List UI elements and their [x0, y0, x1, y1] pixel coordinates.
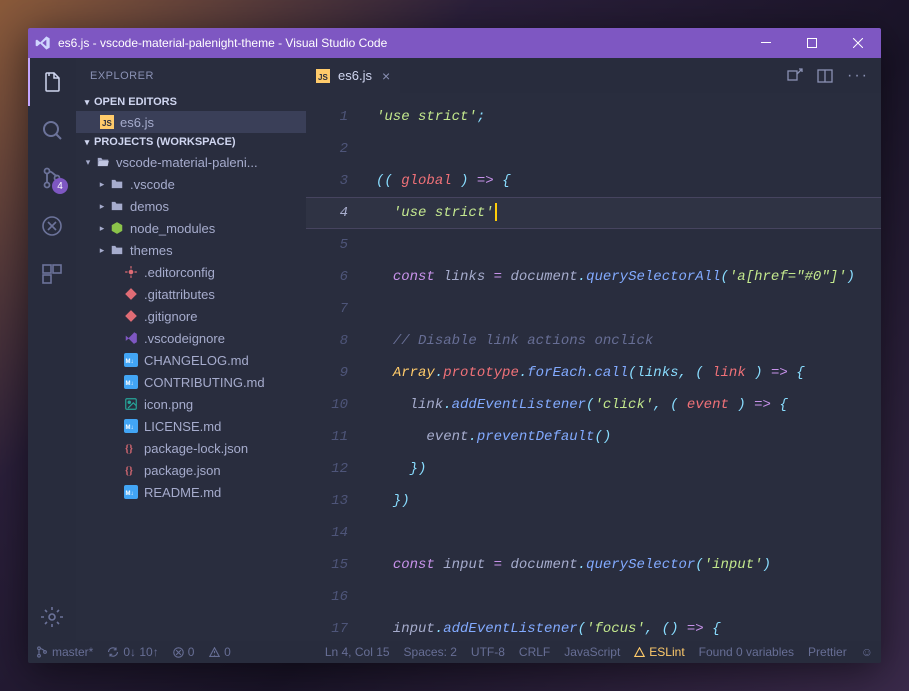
tree-item[interactable]: ▸.vscode: [76, 173, 306, 195]
file-icon: [122, 331, 140, 345]
file-icon: [122, 309, 140, 323]
tree-item[interactable]: ▸demos: [76, 195, 306, 217]
open-editor-item[interactable]: JSes6.js: [76, 111, 306, 133]
window-title: es6.js - vscode-material-palenight-theme…: [58, 36, 743, 50]
scm-badge: 4: [52, 178, 68, 194]
tab-label: es6.js: [338, 68, 372, 83]
tree-item[interactable]: ▸themes: [76, 239, 306, 261]
eslint-status[interactable]: ESLint: [634, 645, 684, 659]
file-icon: [108, 199, 126, 213]
encoding-status[interactable]: UTF-8: [471, 645, 505, 659]
maximize-button[interactable]: [789, 28, 835, 58]
tab-close-icon[interactable]: ×: [382, 68, 390, 84]
tree-item[interactable]: icon.png: [76, 393, 306, 415]
tree-item[interactable]: M↓CHANGELOG.md: [76, 349, 306, 371]
tree-item[interactable]: ▾vscode-material-paleni...: [76, 151, 306, 173]
file-icon: [108, 221, 126, 235]
status-bar: master* 0↓ 10↑ 0 0 Ln 4, Col 15 Spaces: …: [28, 641, 881, 663]
svg-text:M↓: M↓: [126, 491, 134, 497]
found-vars-status[interactable]: Found 0 variables: [699, 645, 794, 659]
git-sync-status[interactable]: 0↓ 10↑: [107, 645, 158, 659]
activity-bar: 4: [28, 58, 76, 641]
file-icon: {}: [122, 463, 140, 477]
extensions-activity-icon[interactable]: [28, 250, 76, 298]
file-icon: [108, 177, 126, 191]
svg-text:JS: JS: [318, 73, 328, 82]
split-editor-icon[interactable]: [817, 68, 833, 84]
cursor-position-status[interactable]: Ln 4, Col 15: [325, 645, 390, 659]
tab-es6[interactable]: JS es6.js ×: [306, 58, 400, 93]
code-editor[interactable]: 1234567891011121314151617 'use strict';(…: [306, 93, 881, 641]
file-icon: M↓: [122, 375, 140, 389]
vscode-logo-icon: [28, 35, 58, 51]
file-icon: M↓: [122, 419, 140, 433]
file-icon: [122, 265, 140, 279]
editor-tabs: JS es6.js × ···: [306, 58, 881, 93]
eol-status[interactable]: CRLF: [519, 645, 550, 659]
file-icon: JS: [98, 115, 116, 129]
feedback-icon[interactable]: ☺: [861, 645, 873, 659]
tree-item[interactable]: .editorconfig: [76, 261, 306, 283]
spaces-status[interactable]: Spaces: 2: [404, 645, 457, 659]
file-icon: [108, 243, 126, 257]
tree-item[interactable]: M↓LICENSE.md: [76, 415, 306, 437]
open-editors-header[interactable]: ▾OPEN EDITORS: [76, 93, 306, 111]
close-button[interactable]: [835, 28, 881, 58]
file-icon: {}: [122, 441, 140, 455]
svg-text:M↓: M↓: [126, 381, 134, 387]
tree-item[interactable]: {}package-lock.json: [76, 437, 306, 459]
file-icon: [94, 155, 112, 169]
search-activity-icon[interactable]: [28, 106, 76, 154]
vscode-window: es6.js - vscode-material-palenight-theme…: [28, 28, 881, 663]
editor-area: JS es6.js × ··· 123456789101112131415161…: [306, 58, 881, 641]
explorer-sidebar: EXPLORER ▾OPEN EDITORS JSes6.js ▾PROJECT…: [76, 58, 306, 641]
tree-item[interactable]: M↓CONTRIBUTING.md: [76, 371, 306, 393]
svg-text:{}: {}: [125, 444, 133, 455]
scm-activity-icon[interactable]: 4: [28, 154, 76, 202]
problems-status[interactable]: 0 0: [173, 645, 231, 659]
tree-item[interactable]: .gitattributes: [76, 283, 306, 305]
tree-item[interactable]: {}package.json: [76, 459, 306, 481]
explorer-title: EXPLORER: [76, 58, 306, 93]
tree-item[interactable]: .gitignore: [76, 305, 306, 327]
git-branch-status[interactable]: master*: [36, 645, 93, 659]
explorer-activity-icon[interactable]: [28, 58, 76, 106]
file-icon: [122, 397, 140, 411]
svg-text:M↓: M↓: [126, 425, 134, 431]
js-file-icon: JS: [316, 69, 332, 83]
workspace-header[interactable]: ▾PROJECTS (WORKSPACE): [76, 133, 306, 151]
svg-text:{}: {}: [125, 466, 133, 477]
titlebar[interactable]: es6.js - vscode-material-palenight-theme…: [28, 28, 881, 58]
compare-icon[interactable]: [787, 68, 803, 84]
tree-item[interactable]: .vscodeignore: [76, 327, 306, 349]
minimize-button[interactable]: [743, 28, 789, 58]
svg-text:JS: JS: [102, 119, 112, 128]
settings-gear-icon[interactable]: [28, 593, 76, 641]
tree-item[interactable]: ▸node_modules: [76, 217, 306, 239]
language-status[interactable]: JavaScript: [564, 645, 620, 659]
file-icon: M↓: [122, 353, 140, 367]
tree-item[interactable]: M↓README.md: [76, 481, 306, 503]
file-icon: [122, 287, 140, 301]
file-icon: M↓: [122, 485, 140, 499]
prettier-status[interactable]: Prettier: [808, 645, 847, 659]
more-actions-icon[interactable]: ···: [847, 67, 869, 85]
svg-text:M↓: M↓: [126, 359, 134, 365]
debug-activity-icon[interactable]: [28, 202, 76, 250]
